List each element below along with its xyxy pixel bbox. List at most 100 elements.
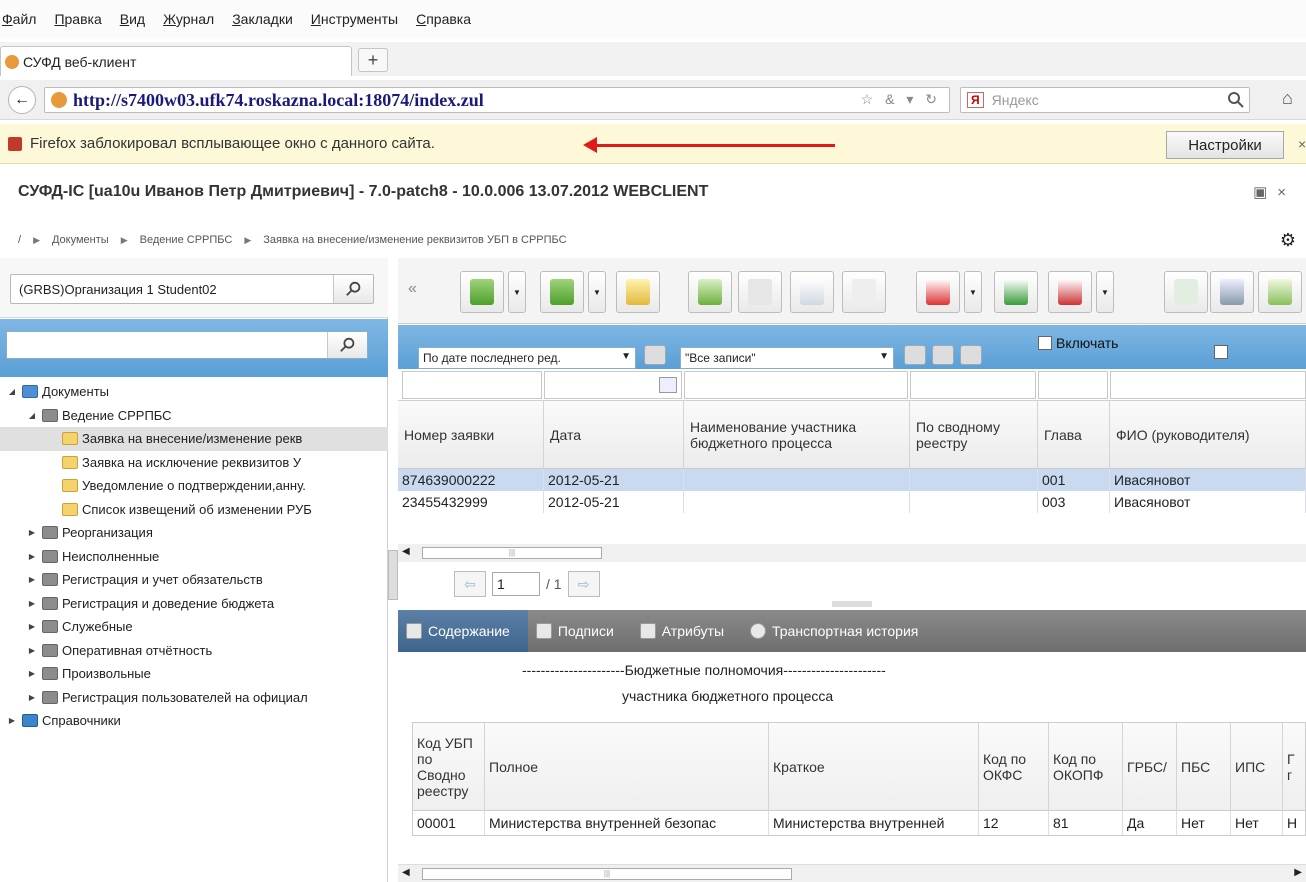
column-header[interactable]: ГРБС/ bbox=[1123, 723, 1177, 811]
scroll-left-icon[interactable]: ◀ bbox=[402, 867, 410, 878]
reject-button[interactable] bbox=[1048, 271, 1092, 313]
records-select[interactable]: "Все записи" ▼ bbox=[680, 347, 894, 369]
view-button[interactable] bbox=[738, 271, 782, 313]
new-tab-button[interactable]: + bbox=[358, 48, 388, 72]
scroll-left-icon[interactable]: ◀ bbox=[402, 546, 410, 557]
tree-node[interactable]: ▶ Регистрация и учет обязательств bbox=[0, 568, 388, 592]
report-button[interactable] bbox=[1258, 271, 1302, 313]
calendar-icon[interactable] bbox=[659, 377, 677, 393]
filter-icon[interactable] bbox=[904, 345, 926, 365]
scrollbar-thumb[interactable]: ||| bbox=[422, 868, 792, 880]
menu-file[interactable]: Файл bbox=[2, 11, 36, 27]
tree-node[interactable]: ▶ Справочники bbox=[0, 709, 388, 733]
approve-button[interactable] bbox=[994, 271, 1038, 313]
column-header[interactable]: Наименование участника бюджетного процес… bbox=[684, 401, 910, 469]
menu-history[interactable]: Журнал bbox=[163, 11, 214, 27]
yandex-logo-icon[interactable]: Я bbox=[967, 92, 984, 108]
column-header[interactable]: Код по ОКОПФ bbox=[1049, 723, 1123, 811]
tree-node[interactable]: ▶ Неисполненные bbox=[0, 545, 388, 569]
column-header[interactable]: Глава bbox=[1038, 401, 1110, 469]
window-controls-icon[interactable]: ▣× bbox=[1253, 183, 1296, 201]
menu-tools[interactable]: Инструменты bbox=[311, 11, 398, 27]
tree-node[interactable]: Заявка на исключение реквизитов У bbox=[0, 451, 388, 475]
column-header[interactable]: ПБС bbox=[1177, 723, 1231, 811]
expand-arrow-icon[interactable]: ▶ bbox=[26, 528, 38, 537]
table-row[interactable]: 23455432999 2012-05-21 003 Ивасяновот bbox=[398, 491, 1306, 513]
column-header[interactable]: Номер заявки bbox=[398, 401, 544, 469]
table-row[interactable]: 874639000222 2012-05-21 001 Ивасяновот bbox=[398, 469, 1306, 491]
scroll-right-icon[interactable]: ▶ bbox=[1294, 867, 1302, 878]
menu-bookmarks[interactable]: Закладки bbox=[232, 11, 293, 27]
collapse-arrow-icon[interactable]: ◢ bbox=[6, 387, 18, 396]
home-icon[interactable]: ⌂ bbox=[1282, 88, 1293, 109]
expand-arrow-icon[interactable]: ▶ bbox=[26, 693, 38, 702]
tree-node[interactable]: ▶ Оперативная отчётность bbox=[0, 639, 388, 663]
export-button[interactable] bbox=[540, 271, 584, 313]
table-row[interactable]: 00001 Министерства внутренней безопас Ми… bbox=[413, 811, 1305, 835]
extra-checkbox[interactable] bbox=[1214, 345, 1228, 359]
url-actions-icon[interactable]: ☆ & ▾ ↻ bbox=[861, 91, 941, 108]
tab-attributes[interactable]: Атрибуты bbox=[632, 610, 742, 652]
breadcrumb-root[interactable]: / bbox=[18, 234, 21, 246]
tree-node[interactable]: ◢ Документы bbox=[0, 380, 388, 404]
search-icon[interactable] bbox=[1226, 90, 1246, 110]
back-button[interactable]: ← bbox=[8, 86, 36, 114]
copy-button[interactable] bbox=[790, 271, 834, 313]
breadcrumb-item[interactable]: Ведение СРРПБС bbox=[140, 234, 233, 246]
include-children-checkbox[interactable]: Включать bbox=[1038, 335, 1118, 351]
org-select[interactable]: (GRBS)Организация 1 Student02 bbox=[10, 274, 374, 304]
import-dropdown[interactable]: ▼ bbox=[508, 271, 526, 313]
breadcrumb-item[interactable]: Документы bbox=[52, 234, 109, 246]
filter-date-input[interactable] bbox=[544, 371, 682, 399]
tab-transport-history[interactable]: Транспортная история bbox=[742, 610, 936, 652]
column-header[interactable]: ФИО (руководителя) bbox=[1110, 401, 1306, 469]
org-search-button[interactable] bbox=[333, 275, 373, 303]
import-button[interactable] bbox=[460, 271, 504, 313]
tab-signatures[interactable]: Подписи bbox=[528, 610, 632, 652]
url-bar[interactable]: http://s7400w03.ufk74.roskazna.local:180… bbox=[44, 87, 950, 113]
tree-node[interactable]: Список извещений об изменении РУБ bbox=[0, 498, 388, 522]
grid-horizontal-scrollbar[interactable]: ◀ ||| bbox=[398, 544, 1306, 562]
column-header[interactable]: Код по ОКФС bbox=[979, 723, 1049, 811]
menu-help[interactable]: Справка bbox=[416, 11, 471, 27]
delete-button[interactable] bbox=[842, 271, 886, 313]
page-input[interactable]: 1 bbox=[492, 572, 540, 596]
panel-splitter[interactable] bbox=[388, 550, 398, 600]
filter-fio-input[interactable] bbox=[1110, 371, 1306, 399]
tree-search-input[interactable] bbox=[6, 331, 368, 359]
expand-arrow-icon[interactable]: ▶ bbox=[26, 669, 38, 678]
horizontal-splitter[interactable] bbox=[832, 601, 872, 607]
breadcrumb-item[interactable]: Заявка на внесение/изменение реквизитов … bbox=[263, 234, 566, 246]
new-document-button[interactable] bbox=[616, 271, 660, 313]
column-header[interactable]: Код УБП по Сводно реестру bbox=[413, 723, 485, 811]
sort-select[interactable]: По дате последнего ред. ▼ bbox=[418, 347, 636, 369]
column-header[interactable]: По сводному реестру bbox=[910, 401, 1038, 469]
expand-arrow-icon[interactable]: ▶ bbox=[26, 599, 38, 608]
settings-wrench-icon[interactable]: ⚙ bbox=[1280, 230, 1296, 251]
column-header[interactable]: Дата bbox=[544, 401, 684, 469]
menu-edit[interactable]: Правка bbox=[54, 11, 101, 27]
stethoscope-button[interactable] bbox=[1210, 271, 1254, 313]
expand-arrow-icon[interactable]: ▶ bbox=[26, 575, 38, 584]
column-header[interactable]: Полное bbox=[485, 723, 769, 811]
tree-node[interactable]: ▶ Произвольные bbox=[0, 662, 388, 686]
filter-edit-icon[interactable] bbox=[932, 345, 954, 365]
tree-search-button[interactable] bbox=[327, 332, 367, 358]
sign-button[interactable] bbox=[916, 271, 960, 313]
sort-order-icon[interactable] bbox=[644, 345, 666, 365]
notification-settings-button[interactable]: Настройки bbox=[1166, 131, 1284, 159]
export-dropdown[interactable]: ▼ bbox=[588, 271, 606, 313]
reject-dropdown[interactable]: ▼ bbox=[1096, 271, 1114, 313]
scrollbar-thumb[interactable]: ||| bbox=[422, 547, 602, 559]
prev-page-button[interactable]: ⇦ bbox=[454, 571, 486, 597]
tree-node[interactable]: ▶ Регистрация и доведение бюджета bbox=[0, 592, 388, 616]
collapse-arrow-icon[interactable]: ◢ bbox=[26, 411, 38, 420]
browser-tab[interactable]: СУФД веб-клиент bbox=[0, 46, 352, 76]
menu-view[interactable]: Вид bbox=[120, 11, 145, 27]
column-header[interactable]: Краткое bbox=[769, 723, 979, 811]
detail-horizontal-scrollbar[interactable]: ◀ ||| ▶ bbox=[398, 864, 1306, 882]
filter-number-input[interactable] bbox=[402, 371, 542, 399]
collapse-left-icon[interactable]: « bbox=[408, 280, 417, 298]
search-box[interactable]: Я Яндекс bbox=[960, 87, 1250, 113]
expand-arrow-icon[interactable]: ▶ bbox=[26, 552, 38, 561]
